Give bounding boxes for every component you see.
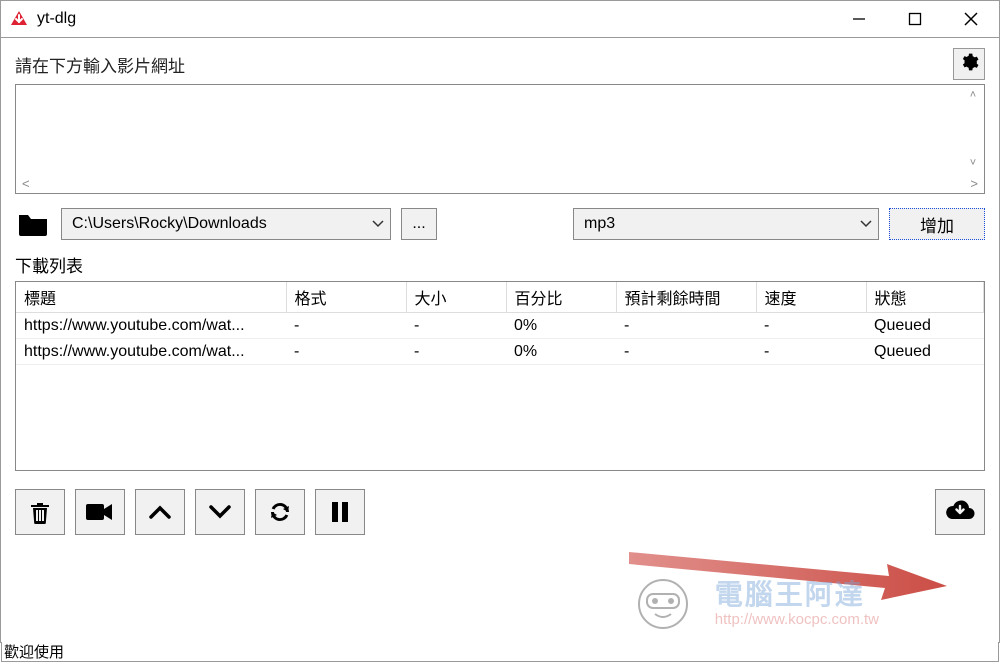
close-button[interactable] [943,1,999,37]
horizontal-scrollbar[interactable]: < > [16,173,984,193]
chevron-up-icon [149,505,171,519]
cell-size: - [406,339,506,365]
watermark-url: http://www.kocpc.com.tw [715,611,879,628]
col-title[interactable]: 標題 [16,282,286,313]
browse-button[interactable]: ... [401,208,437,240]
download-list-label: 下載列表 [15,252,985,277]
col-percent[interactable]: 百分比 [506,282,616,313]
folder-icon [15,209,51,239]
add-button-label: 增加 [920,212,954,237]
scroll-right-icon: > [970,176,978,191]
url-input-container: ˄ ˅ < > [15,84,985,194]
watermark-text: 電腦王阿達 [715,573,879,613]
cell-speed: - [756,339,866,365]
cell-ext: - [286,313,406,339]
maximize-button[interactable] [887,1,943,37]
statusbar: 歡迎使用 [1,642,999,662]
format-value: mp3 [584,215,850,233]
play-button[interactable] [75,489,125,535]
bottom-toolbar [15,489,985,535]
pause-button[interactable] [315,489,365,535]
watermark: 電腦王阿達 http://www.kocpc.com.tw [715,573,879,628]
trash-icon [28,499,52,525]
delete-button[interactable] [15,489,65,535]
move-down-button[interactable] [195,489,245,535]
app-icon [9,9,29,29]
cell-ext: - [286,339,406,365]
url-input[interactable] [16,85,962,173]
scroll-down-icon: ˅ [970,157,976,169]
move-up-button[interactable] [135,489,185,535]
cell-percent: 0% [506,339,616,365]
annotation-arrow [629,534,949,604]
gear-icon [959,52,979,76]
status-text: 歡迎使用 [4,641,64,662]
download-button[interactable] [935,489,985,535]
table-row[interactable]: https://www.youtube.com/wat... - - 0% - … [16,339,984,365]
settings-button[interactable] [953,48,985,80]
vertical-scrollbar[interactable]: ˄ ˅ [962,85,984,173]
cloud-download-icon [944,498,976,526]
cell-eta: - [616,339,756,365]
add-button[interactable]: 增加 [889,208,985,240]
cell-title: https://www.youtube.com/wat... [16,339,286,365]
download-path-value: C:\Users\Rocky\Downloads [72,215,362,233]
watermark-avatar [637,578,689,630]
video-icon [86,502,114,522]
download-path-select[interactable]: C:\Users\Rocky\Downloads [61,208,391,240]
minimize-button[interactable] [831,1,887,37]
window-title: yt-dlg [37,10,76,28]
content-area: 請在下方輸入影片網址 ˄ ˅ < > [0,38,1000,643]
chevron-down-icon [362,217,384,231]
browse-button-label: ... [412,215,425,233]
pause-icon [331,501,349,523]
cell-percent: 0% [506,313,616,339]
cell-eta: - [616,313,756,339]
col-speed[interactable]: 速度 [756,282,866,313]
table-row[interactable]: https://www.youtube.com/wat... - - 0% - … [16,313,984,339]
scroll-left-icon: < [22,176,30,191]
col-size[interactable]: 大小 [406,282,506,313]
cell-status: Queued [866,339,984,365]
col-eta[interactable]: 預計剩餘時間 [616,282,756,313]
reload-icon [267,499,293,525]
window-controls [831,1,999,37]
chevron-down-icon [850,217,872,231]
col-ext[interactable]: 格式 [286,282,406,313]
cell-title: https://www.youtube.com/wat... [16,313,286,339]
titlebar: yt-dlg [0,0,1000,38]
scroll-up-icon: ˄ [970,89,976,101]
table-header-row: 標題 格式 大小 百分比 預計剩餘時間 速度 狀態 [16,282,984,313]
chevron-down-icon [209,505,231,519]
col-status[interactable]: 狀態 [866,282,984,313]
url-input-label: 請在下方輸入影片網址 [15,52,185,77]
format-select[interactable]: mp3 [573,208,879,240]
cell-speed: - [756,313,866,339]
cell-status: Queued [866,313,984,339]
reload-button[interactable] [255,489,305,535]
cell-size: - [406,313,506,339]
download-table[interactable]: 標題 格式 大小 百分比 預計剩餘時間 速度 狀態 https://www.yo… [15,281,985,471]
